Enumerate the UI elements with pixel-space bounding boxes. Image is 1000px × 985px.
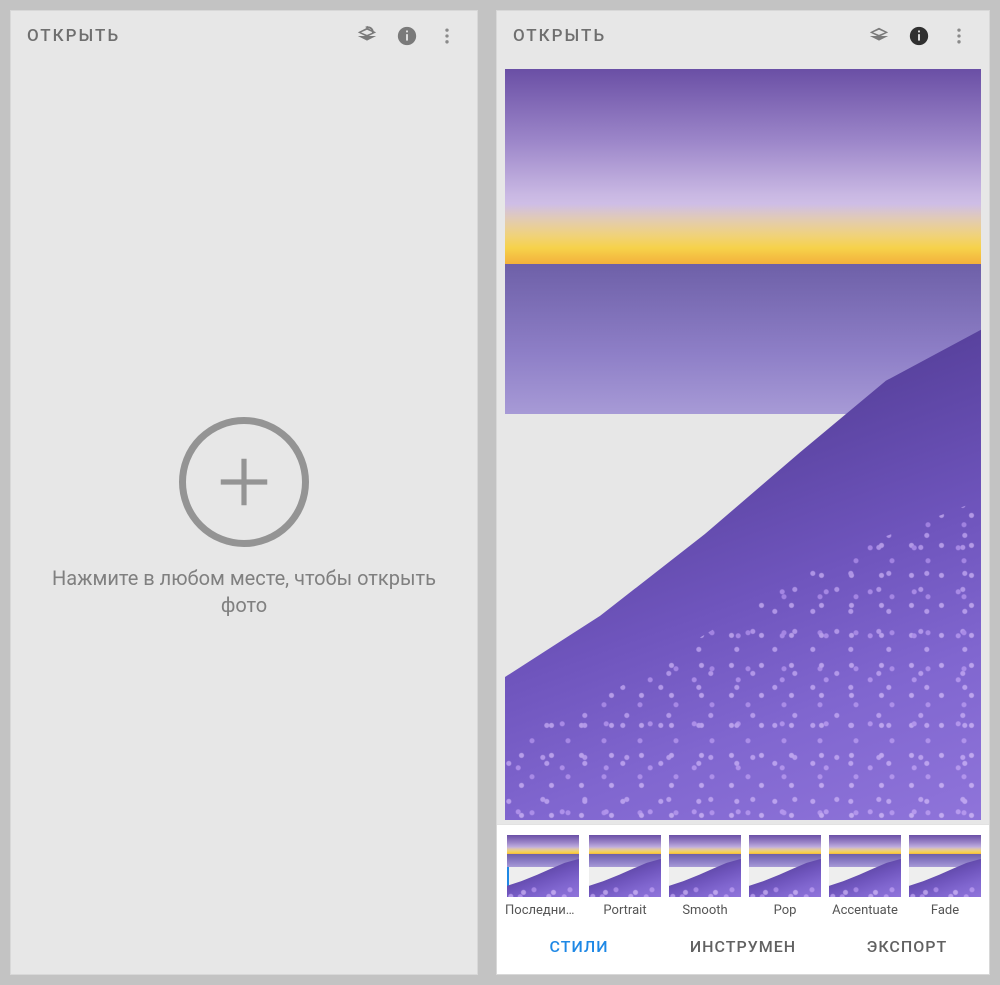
style-thumb[interactable]: Portrait: [589, 835, 661, 918]
screen-editor: ОТКРЫТЬ Последние… Portrait Smooth Pop Accen…: [496, 10, 990, 975]
toolbar: ОТКРЫТЬ: [11, 11, 477, 61]
style-thumb-label: Accentuate: [832, 903, 898, 918]
style-thumb[interactable]: Последние…: [505, 835, 581, 918]
tab-tools[interactable]: ИНСТРУМЕН: [661, 918, 825, 974]
style-thumb-image: [749, 835, 821, 897]
info-icon[interactable]: [387, 16, 427, 56]
overflow-menu-icon[interactable]: [427, 16, 467, 56]
photo-preview: [505, 69, 981, 820]
open-photo-area[interactable]: Нажмите в любом месте, чтобы открыть фот…: [11, 61, 477, 974]
toolbar: ОТКРЫТЬ: [497, 11, 989, 61]
style-thumb-label: Pop: [774, 903, 797, 918]
screen-open-empty: ОТКРЫТЬ Нажмите в любом месте, чтобы отк…: [10, 10, 478, 975]
style-thumb[interactable]: Smooth: [669, 835, 741, 918]
tabs: СТИЛИ ИНСТРУМЕН ЭКСПОРТ: [497, 918, 989, 974]
open-button[interactable]: ОТКРЫТЬ: [27, 26, 120, 46]
info-icon[interactable]: [899, 16, 939, 56]
open-hint-text: Нажмите в любом месте, чтобы открыть фот…: [46, 565, 442, 619]
style-thumb-image: [669, 835, 741, 897]
style-thumb[interactable]: Fade: [909, 835, 981, 918]
style-thumb-image: [829, 835, 901, 897]
style-thumb-image: [909, 835, 981, 897]
style-thumb-image: [507, 835, 579, 897]
overflow-menu-icon[interactable]: [939, 16, 979, 56]
tab-styles[interactable]: СТИЛИ: [497, 918, 661, 974]
style-thumb[interactable]: Pop: [749, 835, 821, 918]
bottom-panel: Последние… Portrait Smooth Pop Accentuate Fad…: [497, 824, 989, 974]
style-thumb[interactable]: Accentuate: [829, 835, 901, 918]
style-thumb-label: Portrait: [603, 903, 646, 918]
style-thumb-label: Smooth: [682, 903, 727, 918]
open-button[interactable]: ОТКРЫТЬ: [513, 26, 606, 46]
style-thumb-label: Последние…: [505, 903, 581, 918]
style-thumb-label: Fade: [931, 903, 959, 918]
style-thumbnails: Последние… Portrait Smooth Pop Accentuate Fad…: [497, 825, 989, 918]
tab-export[interactable]: ЭКСПОРТ: [825, 918, 989, 974]
style-thumb-image: [589, 835, 661, 897]
add-photo-button[interactable]: [179, 417, 309, 547]
photo-canvas[interactable]: [505, 69, 981, 820]
undo-layers-icon[interactable]: [347, 16, 387, 56]
undo-layers-icon[interactable]: [859, 16, 899, 56]
